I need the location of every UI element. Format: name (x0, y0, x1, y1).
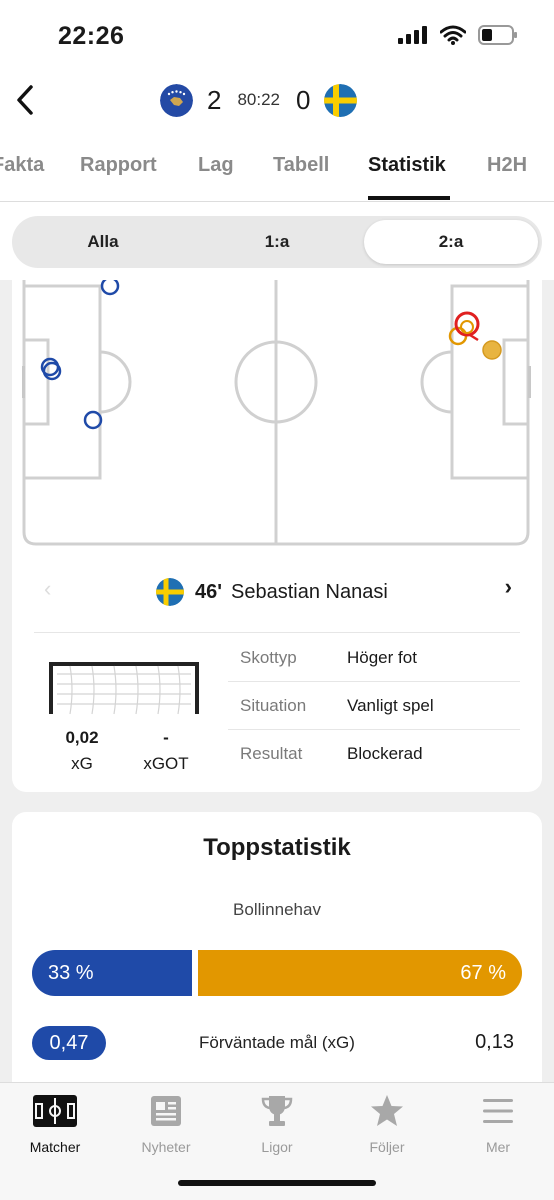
away-possession-bar: 67 % (198, 950, 522, 996)
detail-label: Resultat (240, 744, 303, 763)
previous-shot-button[interactable]: ‹ (44, 576, 51, 602)
period-selector-container: Alla 1:a 2:a (0, 202, 554, 280)
shot-minute: 46' (195, 580, 223, 603)
home-score: 2 (207, 84, 222, 115)
nav-matcher[interactable]: Matcher (5, 1093, 105, 1155)
detail-row: Resultat Blockerad (228, 730, 520, 778)
sweden-flag-icon (156, 578, 184, 606)
xgot-label: xGOT (143, 754, 189, 773)
shot-direction-line (469, 333, 479, 342)
possession-label: Bollinnehav (233, 900, 321, 919)
battery-icon (478, 25, 517, 45)
top-stats-card: Toppstatistik Bollinnehav 33 % 67 % Förv… (12, 812, 542, 1092)
match-header: 2 80:22 0 (0, 70, 554, 130)
back-button[interactable] (10, 80, 40, 120)
pitch-icon (5, 1093, 105, 1129)
status-bar: 22:26 (0, 0, 554, 70)
detail-row: Skottyp Höger fot (228, 634, 520, 682)
detail-row: Situation Vanligt spel (228, 682, 520, 730)
shot-marker[interactable] (482, 340, 502, 360)
next-shot-button[interactable]: › (505, 574, 512, 600)
tab-rapport[interactable]: Rapport (80, 154, 157, 177)
shot-map-pitch (22, 280, 531, 546)
status-icons (398, 25, 518, 45)
top-stats-title: Toppstatistik (203, 834, 351, 861)
period-selector: Alla 1:a 2:a (12, 216, 542, 268)
tab-lag[interactable]: Lag (198, 154, 234, 177)
expected-goals-row: Förväntade mål (xG) 0,47 0,13 (32, 1026, 522, 1060)
nav-label: Nyheter (141, 1139, 191, 1155)
status-time: 22:26 (58, 22, 125, 50)
nav-mer[interactable]: Mer (448, 1093, 548, 1155)
score-row: 2 80:22 0 (160, 80, 358, 120)
shot-marker[interactable] (100, 280, 120, 296)
tab-fakta[interactable]: Fakta (0, 154, 44, 177)
match-clock: 80:22 (237, 90, 281, 109)
chevron-left-icon (17, 85, 33, 115)
home-indicator (178, 1180, 376, 1186)
selected-shot-marker[interactable] (454, 311, 480, 337)
detail-value: Vanligt spel (347, 696, 434, 715)
sweden-flag-icon (324, 83, 358, 117)
newspaper-icon (116, 1093, 216, 1129)
active-tab-indicator (368, 196, 450, 200)
tab-h2h[interactable]: H2H (487, 154, 527, 177)
away-score: 0 (296, 84, 311, 115)
detail-label: Skottyp (240, 648, 297, 667)
nav-ligor[interactable]: Ligor (227, 1093, 327, 1155)
shot-map-card: ‹ 46' Sebastian Nanasi › 0,02 xG - xGOT (12, 280, 542, 792)
tab-tabell[interactable]: Tabell (273, 154, 329, 177)
tab-bar: Fakta Rapport Lag Tabell Statistik H2H (0, 130, 554, 202)
tab-statistik[interactable]: Statistik (368, 154, 446, 177)
detail-value: Höger fot (347, 648, 417, 667)
kosovo-flag-icon (160, 83, 193, 117)
xg-label: xG (71, 754, 93, 773)
period-second-half[interactable]: 2:a (364, 220, 538, 264)
shot-player-name: Sebastian Nanasi (231, 580, 388, 603)
trophy-icon (227, 1093, 327, 1129)
detail-label: Situation (240, 696, 307, 715)
xg-value: 0,02 (65, 728, 99, 747)
star-icon (337, 1093, 437, 1129)
shot-navigator: ‹ 46' Sebastian Nanasi › (12, 570, 542, 610)
detail-value: Blockerad (347, 744, 423, 763)
nav-label: Följer (369, 1139, 405, 1155)
nav-label: Ligor (261, 1139, 293, 1155)
period-first-half[interactable]: 1:a (190, 220, 364, 264)
menu-icon (448, 1093, 548, 1129)
shot-marker (460, 320, 474, 334)
nav-label: Mer (485, 1139, 511, 1155)
away-xg-value: 0,13 (475, 1031, 514, 1053)
home-xg-badge: 0,47 (32, 1026, 106, 1060)
signal-icon (398, 26, 427, 44)
nav-label: Matcher (29, 1139, 81, 1155)
wifi-icon (440, 25, 466, 45)
divider (34, 632, 520, 633)
shot-player: 46' Sebastian Nanasi (156, 578, 388, 606)
nav-nyheter[interactable]: Nyheter (116, 1093, 216, 1155)
period-all[interactable]: Alla (16, 220, 190, 264)
goal-frame-icon (49, 662, 199, 715)
nav-foljer[interactable]: Följer (337, 1093, 437, 1155)
home-possession-bar: 33 % (32, 950, 192, 996)
xgot-value: - (163, 728, 169, 747)
